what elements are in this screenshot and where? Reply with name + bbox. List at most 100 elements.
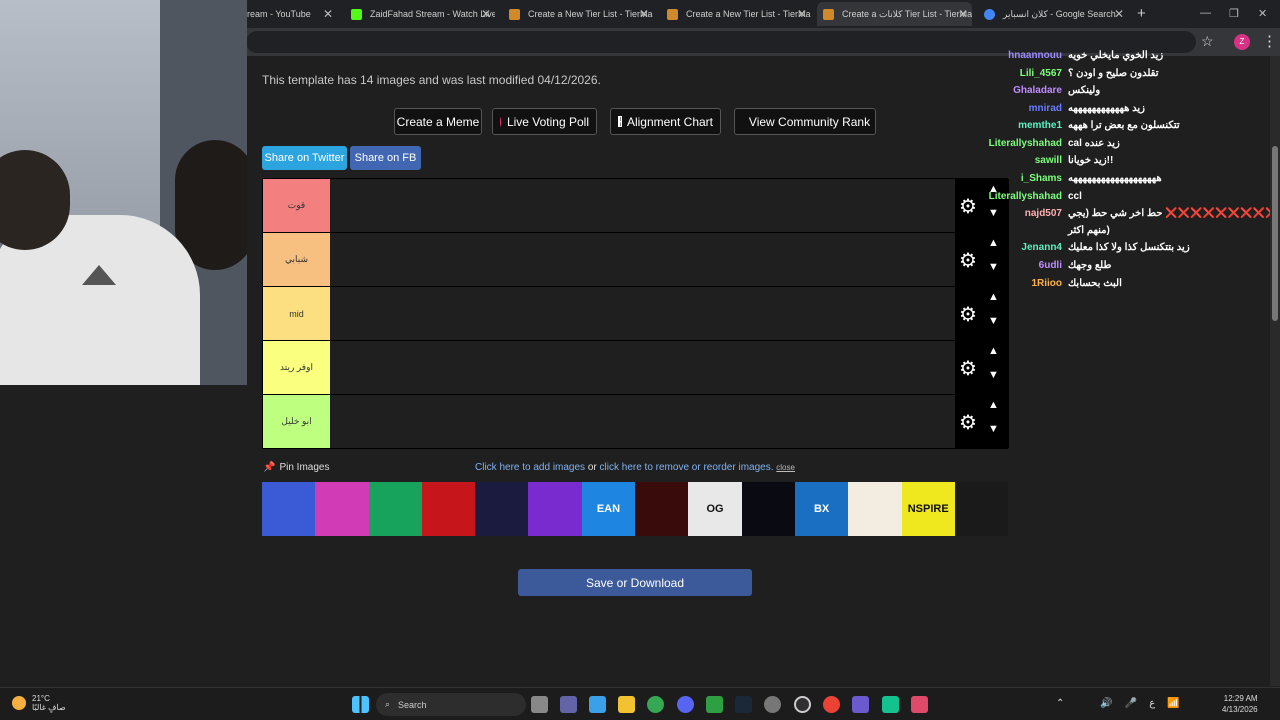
tier-image-11[interactable]: BX (794, 482, 849, 536)
chevron-up-icon[interactable]: ▲ (988, 399, 999, 411)
volume-icon[interactable]: 🔊 (1100, 698, 1112, 709)
tier-drop-zone[interactable] (330, 233, 955, 286)
close-icon[interactable]: ✕ (958, 7, 968, 21)
chrome-2-icon[interactable] (823, 696, 840, 713)
tier-image-3[interactable] (368, 482, 422, 536)
xbox-icon[interactable] (706, 696, 723, 713)
chat-username[interactable]: i_Shams (960, 173, 1062, 184)
language-indicator[interactable]: ع (1149, 698, 1155, 709)
tier-drop-zone[interactable] (330, 287, 955, 340)
tier-label[interactable]: قوت (263, 179, 330, 232)
tier-image-5[interactable] (475, 482, 529, 536)
tier-image-14[interactable] (954, 482, 1009, 536)
minimize-icon[interactable]: — (1200, 7, 1211, 19)
tab-google[interactable]: كلان انسباير - Google Search ✕ (978, 2, 1128, 26)
chevron-down-icon[interactable]: ▼ (988, 369, 999, 381)
taskbar-search[interactable]: ⌕ Search (376, 693, 526, 716)
tier-image-6[interactable] (528, 482, 582, 536)
gear-icon[interactable]: ⚙ (959, 356, 977, 381)
remove-reorder-link[interactable]: click here to remove or reorder images. (600, 462, 774, 473)
tier-image-7[interactable]: EAN (581, 482, 636, 536)
scrollbar-thumb[interactable] (1272, 146, 1278, 321)
close-icon[interactable]: ✕ (481, 7, 491, 21)
discord-icon[interactable] (677, 696, 694, 713)
wifi-icon[interactable]: 📶 (1167, 698, 1179, 709)
add-images-link[interactable]: Click here to add images (475, 462, 585, 473)
tier-label[interactable]: شبابي (263, 233, 330, 286)
show-hidden-icon[interactable]: ⌃ (1056, 698, 1064, 709)
chat-username[interactable]: Literallyshahad (960, 191, 1062, 202)
tier-image-9[interactable]: OG (688, 482, 742, 536)
tier-drop-zone[interactable] (330, 395, 955, 448)
menu-icon[interactable]: ⋮ (1262, 32, 1277, 50)
chat-username[interactable]: najd507 (960, 208, 1062, 219)
tab-kick[interactable]: ZaidFahad Stream - Watch Live ✕ (345, 2, 495, 26)
clock[interactable]: 12:29 AM 4/13/2026 (1222, 693, 1258, 715)
gear-icon[interactable]: ⚙ (959, 302, 977, 327)
tier-label[interactable]: ابو خليل (263, 395, 330, 448)
pin-images-toggle[interactable]: 📌 Pin Images (263, 462, 329, 473)
close-icon[interactable]: ✕ (1114, 7, 1124, 21)
teams-icon[interactable] (560, 696, 577, 713)
chat-username[interactable]: mnirad (960, 103, 1062, 114)
profile-avatar[interactable]: Z (1234, 34, 1250, 50)
chat-username[interactable]: Jenann4 (960, 242, 1062, 253)
obs-icon[interactable] (794, 696, 811, 713)
chat-username[interactable]: Literallyshahad (960, 138, 1062, 149)
chat-username[interactable]: 1Riioo (960, 278, 1062, 289)
tier-label[interactable]: mid (263, 287, 330, 340)
bookmark-star-icon[interactable]: ☆ (1201, 33, 1214, 50)
tier-image-2[interactable] (315, 482, 369, 536)
gear-icon[interactable]: ⚙ (959, 410, 977, 435)
tier-label[interactable]: اوفر ريتد (263, 341, 330, 394)
tier-image-12[interactable] (848, 482, 902, 536)
create-meme-button[interactable]: Create a Meme (394, 108, 482, 135)
kick-app-icon[interactable] (852, 696, 869, 713)
tier-image-4[interactable] (421, 482, 476, 536)
app-icon[interactable] (882, 696, 899, 713)
chevron-up-icon[interactable]: ▲ (988, 345, 999, 357)
chat-username[interactable]: sawill (960, 155, 1062, 166)
maximize-icon[interactable]: ❐ (1229, 7, 1239, 20)
weather-widget[interactable]: 21°C صافٍ غالبًا (12, 694, 66, 712)
close-icon[interactable]: ✕ (323, 7, 333, 21)
tab-tiermaker-1[interactable]: Create a New Tier List - TierMaker ✕ (503, 2, 653, 26)
tier-image-10[interactable] (741, 482, 795, 536)
copilot-icon[interactable] (589, 696, 606, 713)
chevron-down-icon[interactable]: ▼ (988, 423, 999, 435)
community-rank-button[interactable]: View Community Rank (734, 108, 876, 135)
live-voting-button[interactable]: Live Voting Poll (492, 108, 597, 135)
tab-youtube[interactable]: ream - YouTube ✕ (247, 2, 337, 26)
chrome-icon[interactable] (647, 696, 664, 713)
microphone-icon[interactable]: 🎤 (1125, 698, 1137, 709)
task-view-icon[interactable] (531, 696, 548, 713)
close-link[interactable]: close (776, 463, 795, 472)
snipping-icon[interactable] (911, 696, 928, 713)
windows-start-icon[interactable] (352, 696, 369, 713)
tier-image-1[interactable] (262, 482, 316, 536)
alignment-chart-button[interactable]: Alignment Chart (610, 108, 721, 135)
chat-username[interactable]: Ghaladare (960, 85, 1062, 96)
close-icon[interactable]: ✕ (797, 7, 807, 21)
chat-username[interactable]: hnaannouu (960, 50, 1062, 61)
share-fb-button[interactable]: Share on FB (350, 146, 421, 170)
tier-image-8[interactable] (635, 482, 689, 536)
tab-tiermaker-active[interactable]: Create a كلانات Tier List - TierMaker ✕ (817, 2, 972, 26)
chat-username[interactable]: memthe1 (960, 120, 1062, 131)
steam-icon[interactable] (735, 696, 752, 713)
close-window-icon[interactable]: ✕ (1258, 7, 1267, 20)
tier-drop-zone[interactable] (330, 179, 955, 232)
save-download-button[interactable]: Save or Download (518, 569, 752, 596)
tier-image-13[interactable]: NSPIRE (901, 482, 955, 536)
settings-icon[interactable] (764, 696, 781, 713)
chevron-down-icon[interactable]: ▼ (988, 315, 999, 327)
tier-drop-zone[interactable] (330, 341, 955, 394)
scrollbar[interactable] (1270, 56, 1280, 686)
chat-username[interactable]: 6udli (960, 260, 1062, 271)
close-icon[interactable]: ✕ (639, 7, 649, 21)
tab-tiermaker-2[interactable]: Create a New Tier List - TierMaker ✕ (661, 2, 811, 26)
file-explorer-icon[interactable] (618, 696, 635, 713)
new-tab-button[interactable]: + (1137, 5, 1146, 22)
share-twitter-button[interactable]: Share on Twitter (262, 146, 347, 170)
chat-username[interactable]: Lili_4567 (960, 68, 1062, 79)
